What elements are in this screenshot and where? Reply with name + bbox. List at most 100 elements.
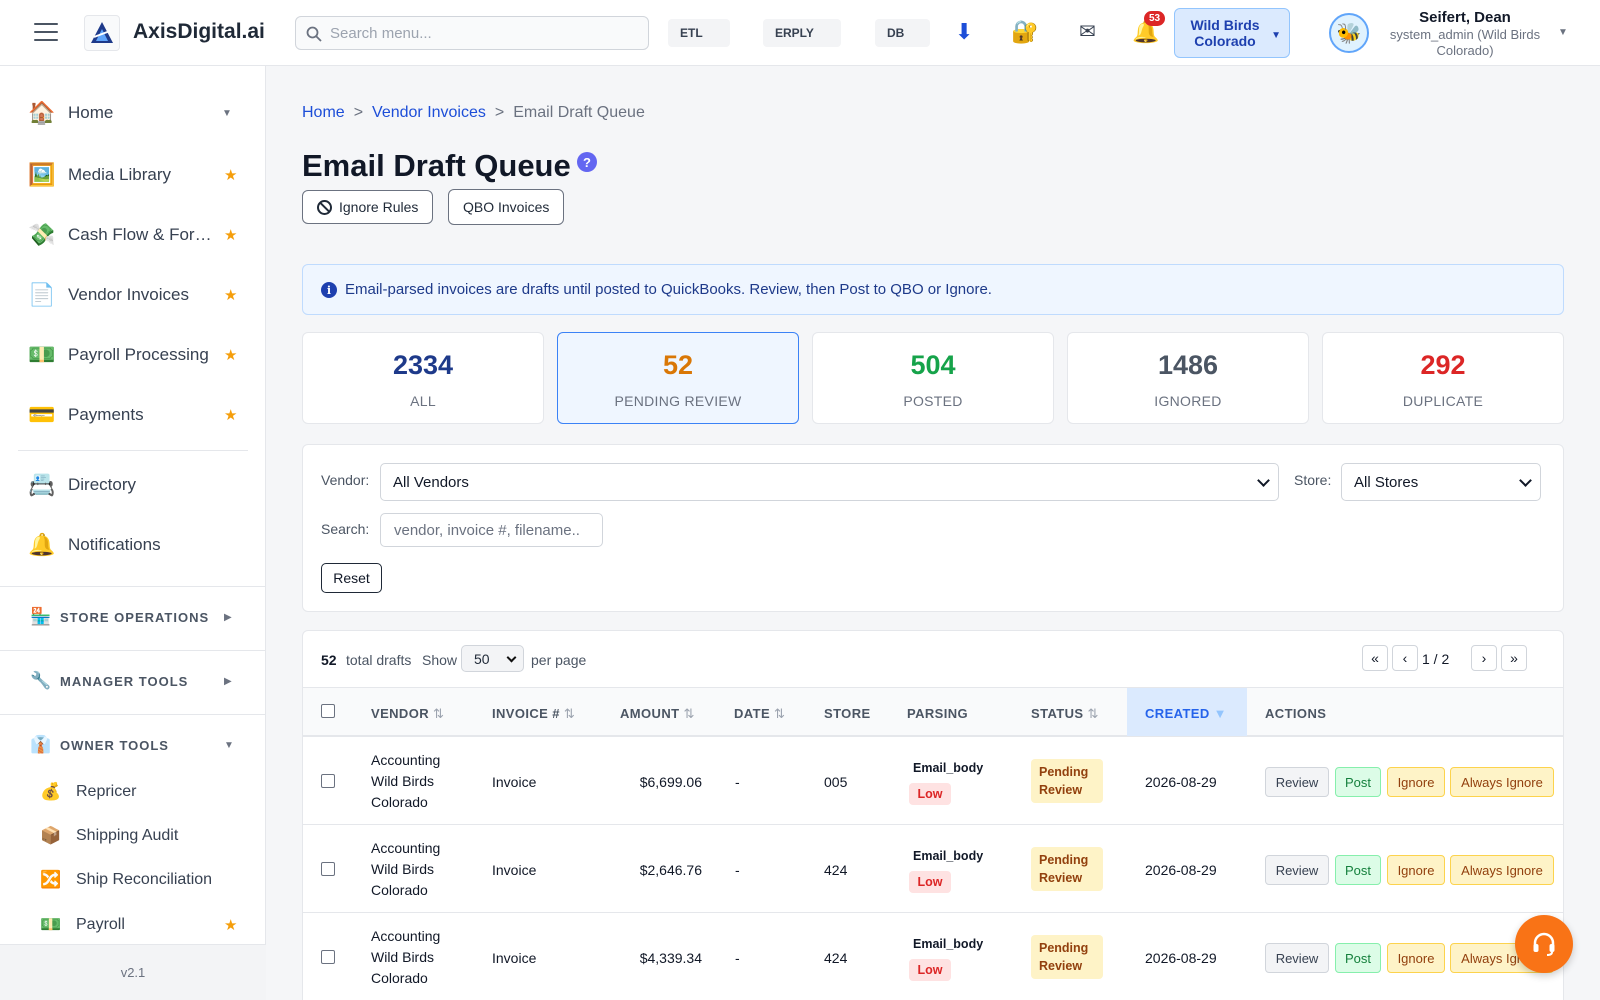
store-filter-select[interactable]: All Stores <box>1341 463 1541 501</box>
column-header-vendor[interactable]: VENDOR ⇅ <box>371 706 444 722</box>
vendor-filter-value: All Vendors <box>393 473 469 491</box>
user-name[interactable]: Seifert, Dean <box>1380 9 1550 26</box>
ignore-button[interactable]: Ignore <box>1387 943 1445 973</box>
column-header-status[interactable]: STATUS ⇅ <box>1031 706 1099 722</box>
store-cell: 424 <box>824 862 848 878</box>
column-header-store[interactable]: STORE <box>824 706 871 721</box>
sidebar-item-ship-reconciliation[interactable]: 🔀 Ship Reconciliation <box>0 864 266 896</box>
next-page-button[interactable]: › <box>1471 645 1497 671</box>
db-chip[interactable]: DB <box>875 19 930 47</box>
column-header-amount[interactable]: AMOUNT ⇅ <box>620 706 695 722</box>
post-button[interactable]: Post <box>1335 767 1381 797</box>
sidebar-item-home[interactable]: 🏠 Home ▼ <box>0 93 266 133</box>
first-page-button[interactable]: « <box>1362 645 1388 671</box>
column-header-invoice[interactable]: INVOICE # ⇅ <box>492 706 575 722</box>
sidebar-item-media-library[interactable]: 🖼️ Media Library ★ <box>0 155 266 195</box>
menu-search-input[interactable] <box>330 24 630 42</box>
review-button[interactable]: Review <box>1265 943 1329 973</box>
review-button[interactable]: Review <box>1265 855 1329 885</box>
top-bar: AxisDigital.ai ETL ERPLY DB ⬇ 🔐 ✉ 🔔 53 W… <box>0 0 1600 66</box>
store-selector-button[interactable]: Wild Birds Colorado ▼ <box>1174 8 1290 58</box>
always-ignore-button[interactable]: Always Ignore <box>1450 855 1554 885</box>
chevron-down-icon <box>506 652 517 663</box>
download-icon[interactable]: ⬇ <box>955 18 973 46</box>
breadcrumb-separator: > <box>353 104 364 121</box>
sidebar-item-label: Notifications <box>68 535 161 554</box>
user-avatar[interactable]: 🐝 <box>1329 13 1369 53</box>
section-manager-tools[interactable]: 🔧 MANAGER TOOLS ▶ <box>0 661 266 701</box>
ignore-button[interactable]: Ignore <box>1387 767 1445 797</box>
qbo-invoices-button[interactable]: QBO Invoices <box>448 189 565 225</box>
user-menu-caret-icon[interactable]: ▼ <box>1558 27 1568 38</box>
brand-logo[interactable] <box>84 15 120 51</box>
sidebar-item-label: Vendor Invoices <box>68 285 189 304</box>
select-all-checkbox[interactable] <box>321 704 335 718</box>
column-header-date[interactable]: DATE ⇅ <box>734 706 785 722</box>
sidebar-item-shipping-audit[interactable]: 📦 Shipping Audit <box>0 820 266 852</box>
post-button[interactable]: Post <box>1335 943 1381 973</box>
row-checkbox[interactable] <box>321 862 335 876</box>
breadcrumb-vendor-invoices-link[interactable]: Vendor Invoices <box>372 104 486 121</box>
help-icon[interactable]: ? <box>577 152 597 172</box>
support-chat-button[interactable] <box>1515 915 1573 973</box>
favorite-star-icon[interactable]: ★ <box>224 346 237 364</box>
sidebar-item-repricer[interactable]: 💰 Repricer <box>0 776 266 808</box>
erply-chip[interactable]: ERPLY <box>763 19 841 47</box>
section-owner-tools[interactable]: 👔 OWNER TOOLS ▼ <box>0 725 266 765</box>
favorite-star-icon[interactable]: ★ <box>224 286 237 304</box>
prev-page-button[interactable]: ‹ <box>1392 645 1418 671</box>
user-role: system_admin (Wild Birds Colorado) <box>1389 27 1541 58</box>
post-button[interactable]: Post <box>1335 855 1381 885</box>
vendor-filter-select[interactable]: All Vendors <box>380 463 1279 501</box>
stat-card-posted[interactable]: 504 POSTED <box>812 332 1054 424</box>
row-checkbox[interactable] <box>321 950 335 964</box>
review-button[interactable]: Review <box>1265 767 1329 797</box>
confidence-badge: Low <box>909 959 951 981</box>
stat-card-duplicate[interactable]: 292 DUPLICATE <box>1322 332 1564 424</box>
credit-card-icon: 💳 <box>28 402 56 427</box>
stat-card-ignored[interactable]: 1486 IGNORED <box>1067 332 1309 424</box>
parsing-source-tag: Email_body <box>913 761 984 775</box>
favorite-star-icon[interactable]: ★ <box>224 916 237 934</box>
sidebar-item-cash-flow[interactable]: 💸 Cash Flow & For… ★ <box>0 215 266 255</box>
stat-card-pending-review[interactable]: 52 PENDING REVIEW <box>557 332 799 424</box>
per-page-select[interactable]: 50 <box>461 645 524 672</box>
reset-button[interactable]: Reset <box>321 563 382 593</box>
sidebar-item-notifications[interactable]: 🔔 Notifications <box>0 525 266 565</box>
sidebar-item-vendor-invoices[interactable]: 📄 Vendor Invoices ★ <box>0 275 266 315</box>
column-header-parsing[interactable]: PARSING <box>907 706 968 721</box>
sidebar-item-label: Payroll Processing <box>68 345 209 364</box>
stat-card-all[interactable]: 2334 ALL <box>302 332 544 424</box>
always-ignore-button[interactable]: Always Ignore <box>1450 767 1554 797</box>
column-header-created[interactable]: CREATED ▼ <box>1145 706 1227 721</box>
favorite-star-icon[interactable]: ★ <box>224 226 237 244</box>
breadcrumb: Home > Vendor Invoices > Email Draft Queue <box>302 104 645 122</box>
sidebar-item-payroll-processing[interactable]: 💵 Payroll Processing ★ <box>0 335 266 375</box>
store-cell: 005 <box>824 774 848 790</box>
ignore-rules-button[interactable]: Ignore Rules <box>302 190 434 224</box>
draft-search-input[interactable] <box>380 513 603 547</box>
favorite-star-icon[interactable]: ★ <box>224 406 237 424</box>
chevron-right-icon: ▶ <box>224 611 232 623</box>
ignore-button[interactable]: Ignore <box>1387 855 1445 885</box>
hamburger-menu-icon[interactable] <box>34 23 58 43</box>
sidebar-item-label: Media Library <box>68 165 171 184</box>
sidebar-item-payments[interactable]: 💳 Payments ★ <box>0 395 266 435</box>
chevron-down-icon <box>1519 474 1532 487</box>
chevron-down-icon <box>1257 474 1270 487</box>
row-checkbox[interactable] <box>321 774 335 788</box>
lock-key-icon[interactable]: 🔐 <box>1011 18 1038 46</box>
amount-cell: $2,646.76 <box>639 862 702 878</box>
breadcrumb-home-link[interactable]: Home <box>302 104 345 121</box>
sidebar-item-payroll[interactable]: 💵 Payroll ★ <box>0 909 266 941</box>
etl-chip[interactable]: ETL <box>668 19 730 47</box>
section-store-operations[interactable]: 🏪 STORE OPERATIONS ▶ <box>0 597 266 637</box>
amount-cell: $6,699.06 <box>639 774 702 790</box>
sidebar-item-directory[interactable]: 📇 Directory <box>0 465 266 505</box>
table-row: Accounting Wild Birds Colorado Invoice $… <box>303 737 1563 825</box>
last-page-button[interactable]: » <box>1501 645 1527 671</box>
column-label: AMOUNT <box>620 706 680 721</box>
section-label: MANAGER TOOLS <box>60 673 189 689</box>
mail-icon[interactable]: ✉ <box>1079 18 1096 46</box>
favorite-star-icon[interactable]: ★ <box>224 166 237 184</box>
